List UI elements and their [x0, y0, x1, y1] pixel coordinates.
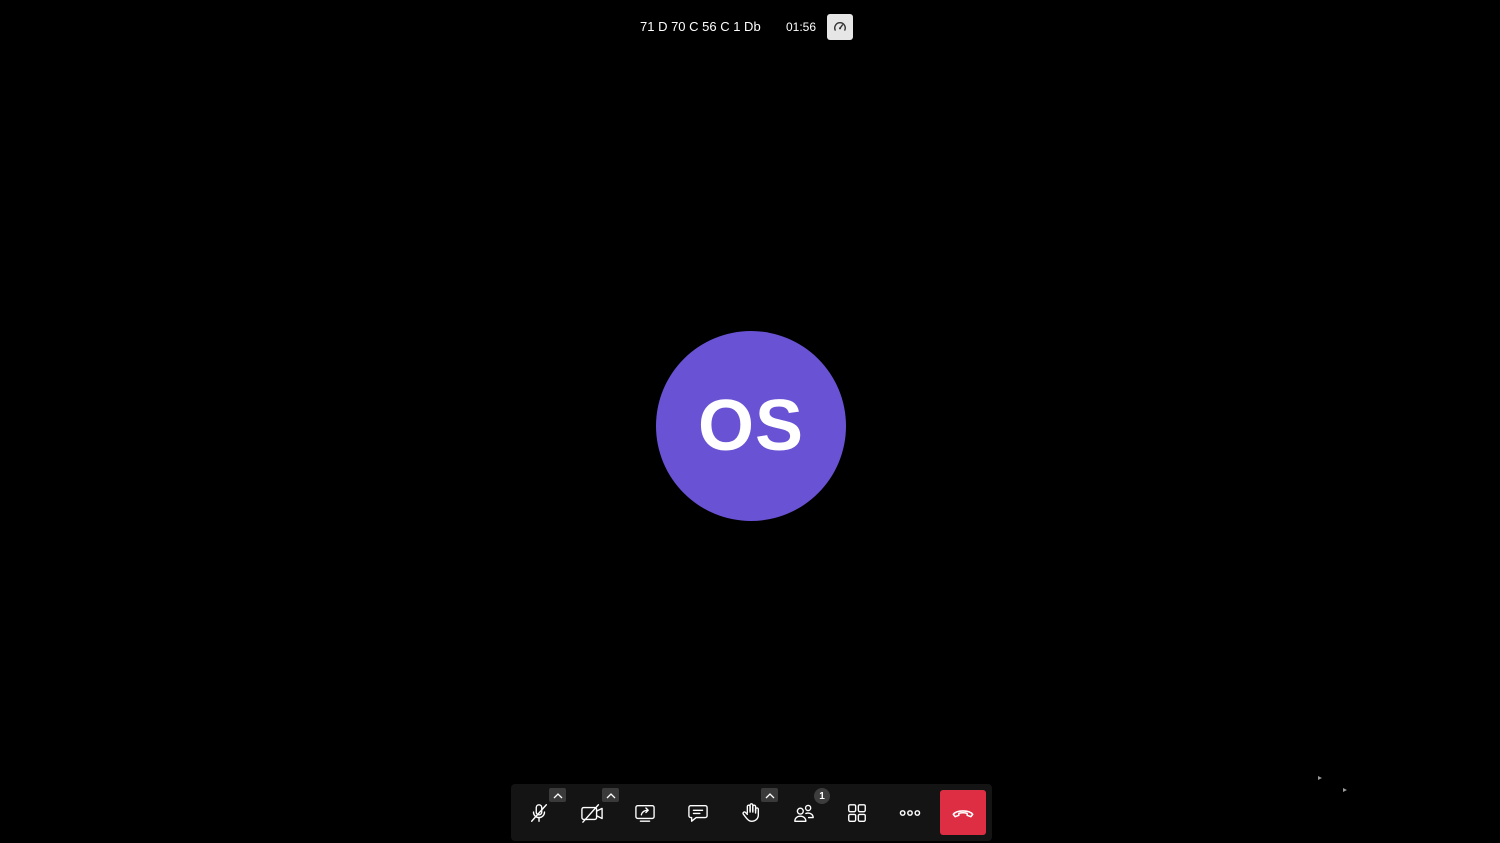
- chevron-up-icon: [765, 792, 774, 798]
- room-name: 71 D 70 C 56 C 1 Db: [640, 19, 761, 34]
- camera-off-icon: [581, 804, 603, 823]
- speedometer-icon: [834, 22, 846, 31]
- microphone-options-caret[interactable]: [549, 788, 566, 802]
- participants-icon: [794, 804, 814, 822]
- microphone-muted-icon: [530, 804, 548, 822]
- share-screen-icon: [635, 805, 655, 822]
- chevron-up-icon: [553, 792, 562, 798]
- grid-icon: [848, 804, 866, 822]
- tile-view-button[interactable]: [834, 790, 880, 836]
- participant-initials: OS: [697, 386, 805, 466]
- hand-icon: [742, 803, 760, 822]
- chat-icon: [688, 805, 708, 822]
- camera-options-caret[interactable]: [602, 788, 619, 802]
- pointer-artifact: [1343, 788, 1347, 792]
- conference-stage: 71 D 70 C 56 C 1 Db 01:56 OS 1: [0, 0, 1500, 843]
- more-icon: [899, 810, 921, 816]
- participant-avatar: OS: [656, 331, 846, 521]
- participant-count-badge: 1: [814, 788, 830, 804]
- conference-header: 71 D 70 C 56 C 1 Db 01:56: [0, 14, 1500, 40]
- more-actions-button[interactable]: [887, 790, 933, 836]
- chevron-up-icon: [606, 792, 615, 798]
- chat-button[interactable]: [675, 790, 721, 836]
- hangup-icon: [952, 809, 974, 817]
- reactions-options-caret[interactable]: [761, 788, 778, 802]
- call-timer: 01:56: [786, 20, 817, 34]
- pointer-artifact: [1318, 776, 1322, 780]
- conference-toolbar: 1: [511, 784, 992, 841]
- screen-share-button[interactable]: [622, 790, 668, 836]
- connection-quality-button[interactable]: [827, 14, 853, 40]
- hangup-button[interactable]: [940, 790, 986, 835]
